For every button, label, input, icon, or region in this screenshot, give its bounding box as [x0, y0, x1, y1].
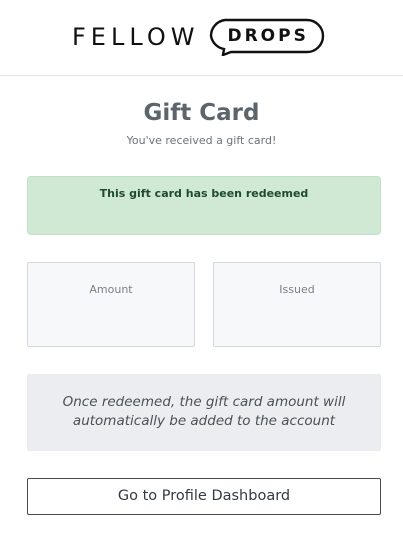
page-title: Gift Card: [143, 100, 260, 126]
header: FELLOW DROPS: [0, 0, 403, 76]
amount-card: Amount: [27, 262, 195, 347]
logo-fellow-text: FELLOW: [72, 23, 200, 51]
page-subtitle: You've received a gift card!: [126, 134, 277, 147]
info-text: Once redeemed, the gift card amount will…: [62, 394, 346, 429]
fellow-drops-logo[interactable]: FELLOW DROPS: [72, 17, 325, 57]
alert-message: This gift card has been redeemed: [99, 187, 309, 200]
redeemed-alert: This gift card has been redeemed: [27, 176, 381, 235]
info-panel: Once redeemed, the gift card amount will…: [27, 374, 381, 451]
issued-label: Issued: [279, 283, 315, 296]
logo-drops-text: DROPS: [227, 26, 309, 46]
speech-bubble-icon: DROPS: [209, 18, 325, 56]
amount-label: Amount: [89, 283, 133, 296]
issued-card: Issued: [213, 262, 381, 347]
go-to-profile-dashboard-button[interactable]: Go to Profile Dashboard: [27, 478, 381, 515]
